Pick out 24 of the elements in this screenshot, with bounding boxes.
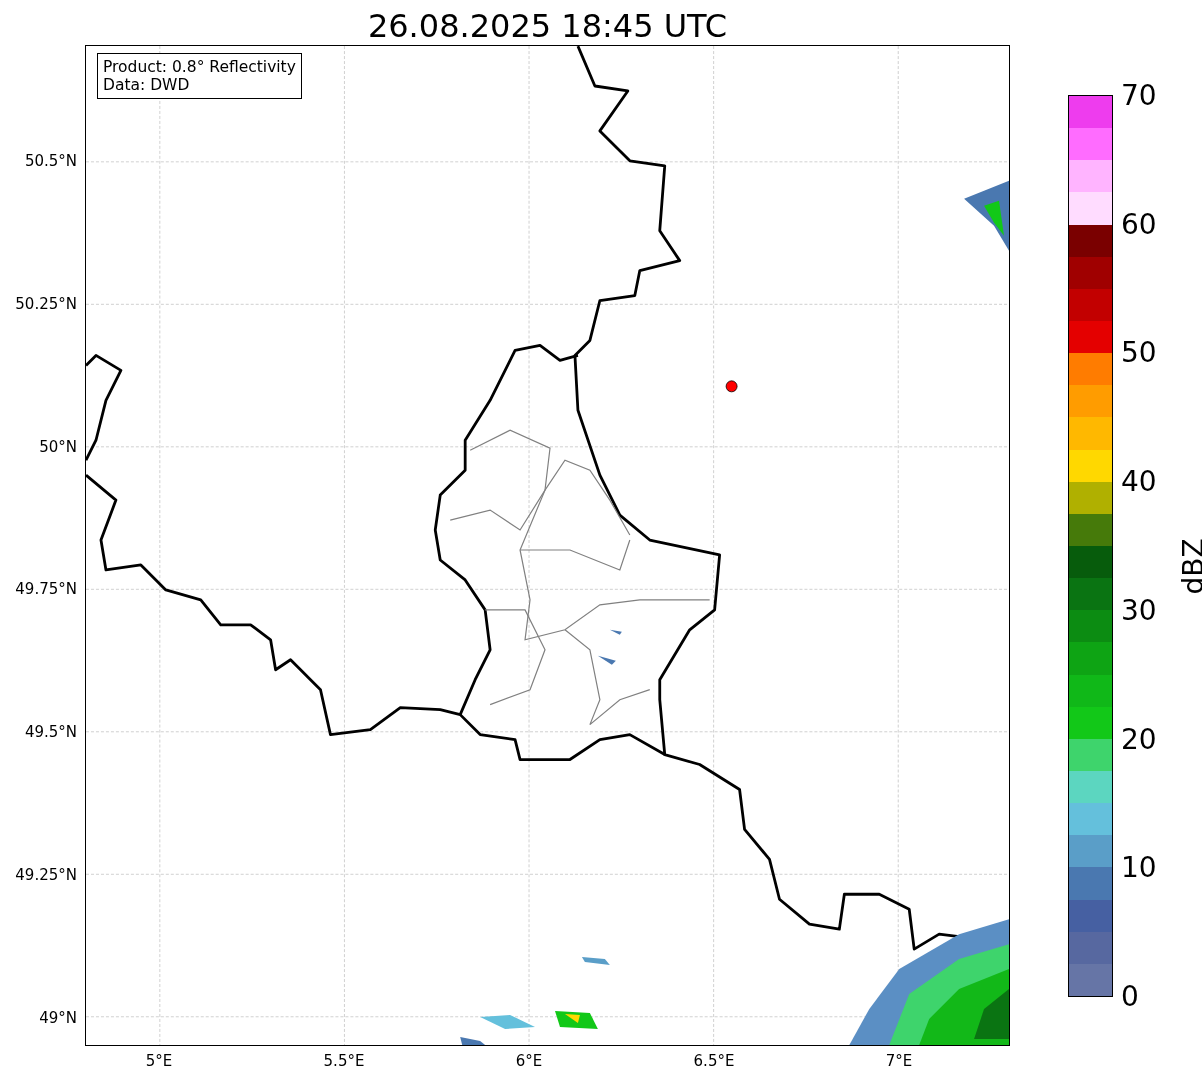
scale-label: 70 — [1121, 78, 1157, 112]
info-text: Product: 0.8° Reflectivity — [103, 58, 296, 76]
scale-label: 20 — [1121, 722, 1157, 756]
axis-label: dBZ — [1176, 538, 1202, 595]
scale-label: 40 — [1121, 464, 1157, 498]
latitude-label: 50°N — [39, 437, 77, 456]
longitude-label: 5°E — [145, 1052, 173, 1070]
scale-label: 30 — [1121, 593, 1157, 627]
latitude-label: 50.5°N — [24, 152, 77, 170]
longitude-label: 5.5°E — [323, 1052, 365, 1070]
scale-label: 60 — [1121, 207, 1157, 241]
scale-label: 10 — [1121, 850, 1157, 884]
latitude-label: 49.5°N — [24, 723, 77, 742]
longitude-label: 6.5°E — [693, 1052, 735, 1070]
latitude-label: 49.25°N — [15, 866, 77, 884]
latitude-label: 49.75°N — [15, 580, 77, 599]
latitude-label: 49°N — [39, 1008, 77, 1027]
longitude-label: 7°E — [885, 1052, 913, 1070]
longitude-label: 6°E — [515, 1052, 543, 1070]
scale-label: 50 — [1121, 335, 1157, 369]
latitude-label: 50.25°N — [15, 294, 77, 313]
chart-title: 26.08.2025 18:45 UTC — [366, 6, 729, 45]
info-text: Data: DWD — [103, 76, 191, 94]
scale-label: 0 — [1121, 979, 1139, 1013]
